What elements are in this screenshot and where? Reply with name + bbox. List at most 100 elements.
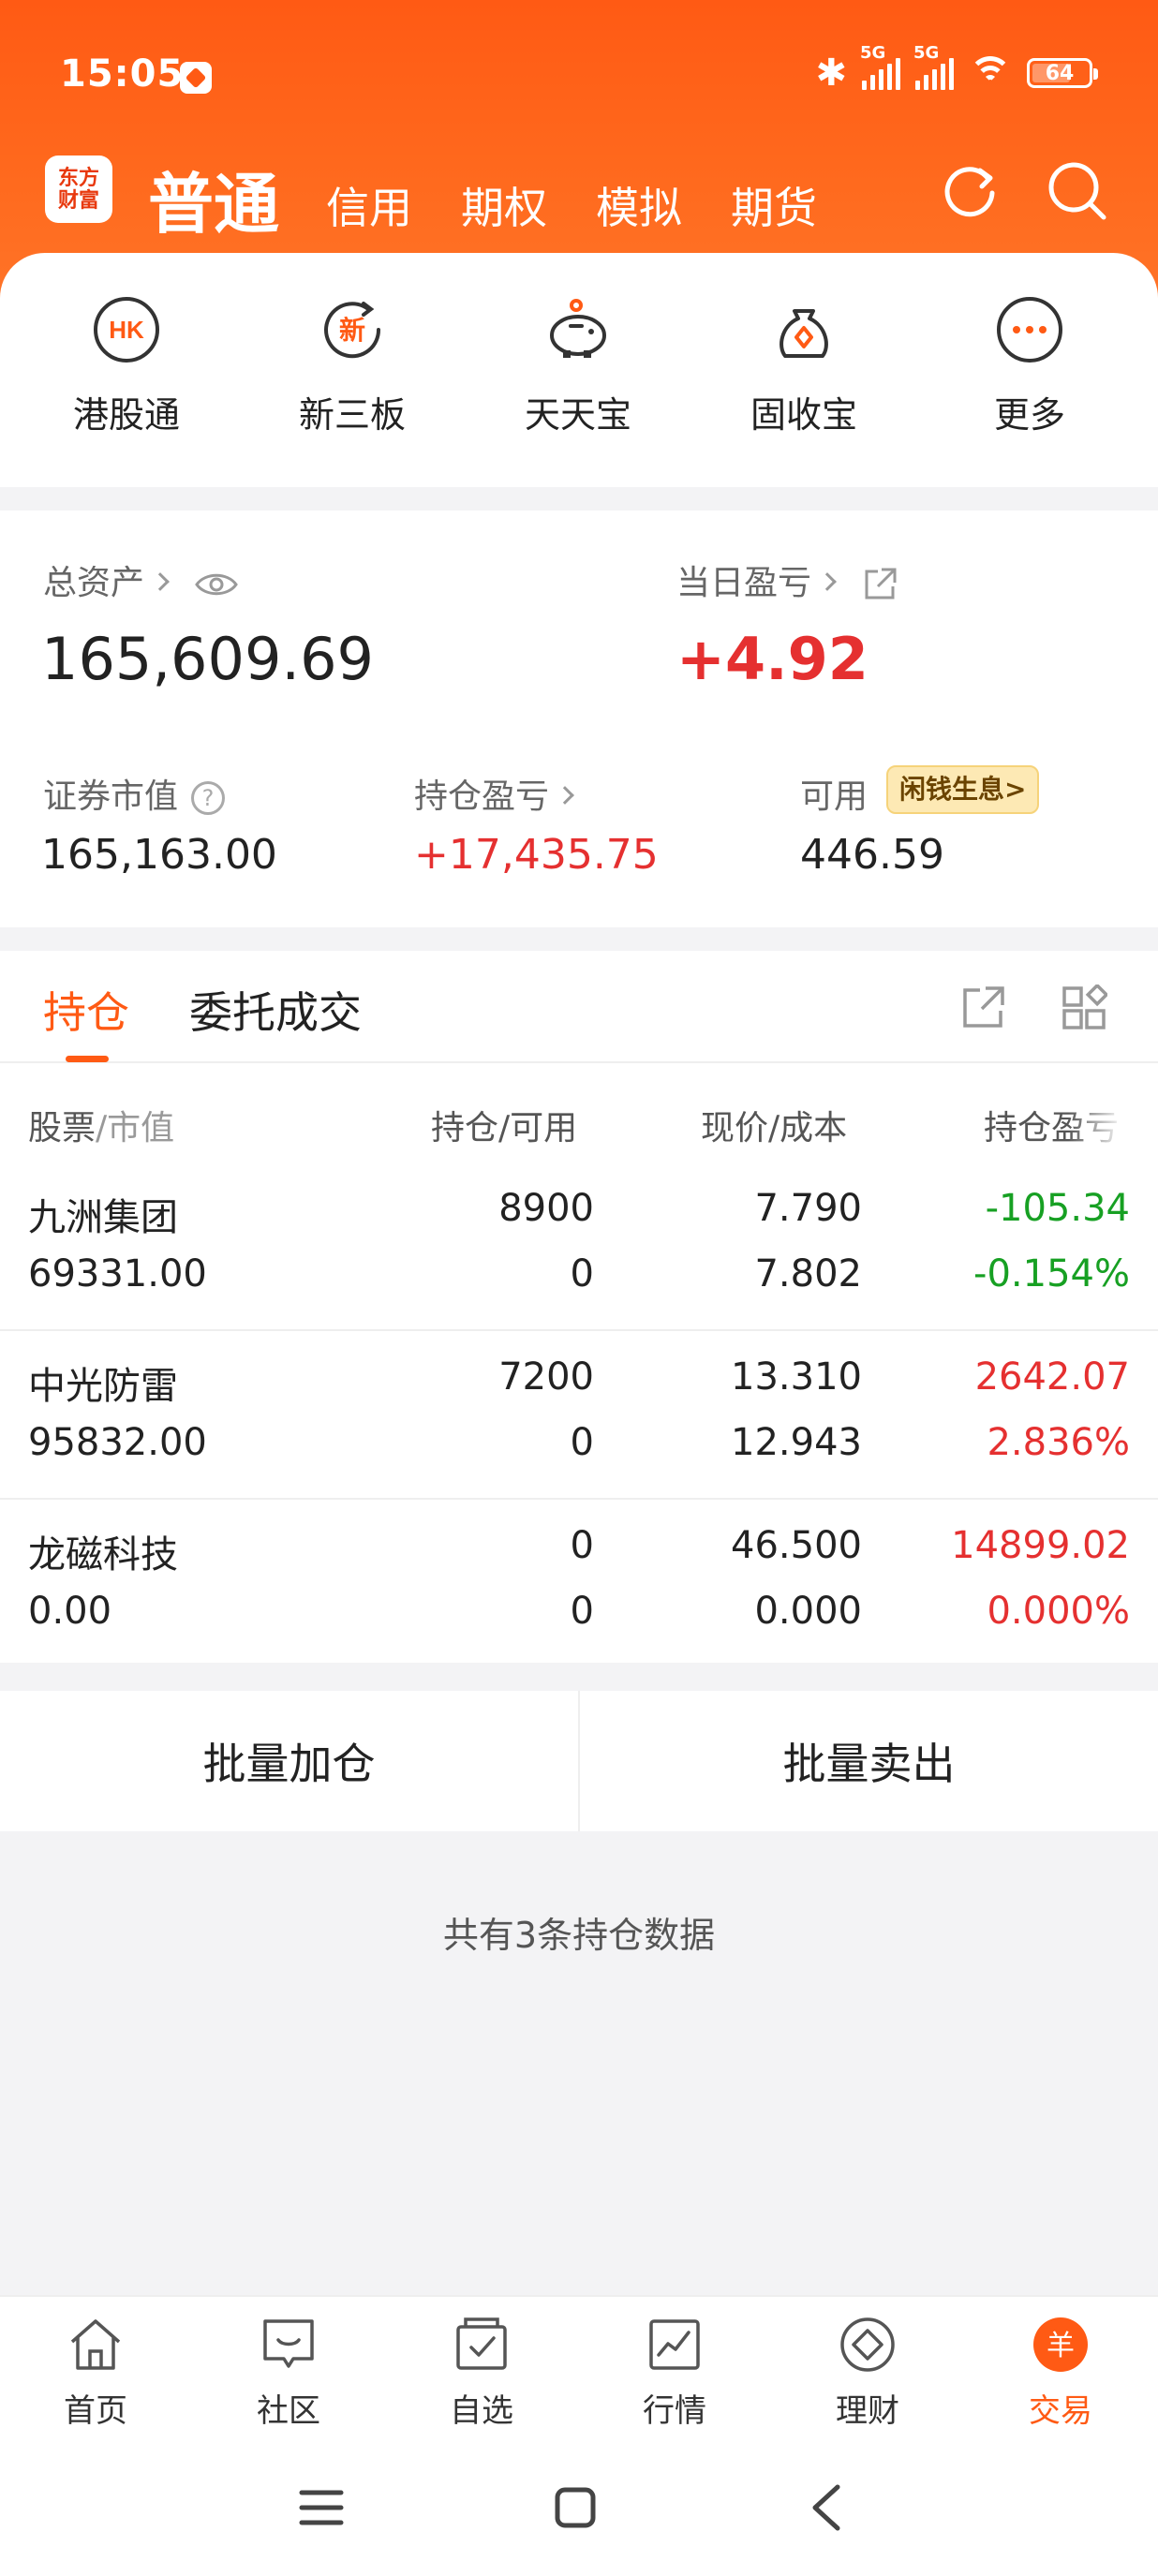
status-bar: 15:05 ✱ 5G 5G 64 (0, 0, 1158, 150)
svg-text:羊: 羊 (1047, 2330, 1075, 2362)
holdings-count-text: 共有3条持仓数据 (442, 1915, 716, 1956)
col-pl: 持仓盈亏 (984, 1109, 1120, 1147)
tab-positions[interactable]: 持仓 (43, 979, 129, 1041)
signal-icon-1: 5G (860, 43, 900, 90)
tab-simulation[interactable]: 模拟 (596, 174, 682, 236)
stock-market-value: 95832.00 (28, 1421, 207, 1464)
promo-badge[interactable]: 闲钱生息> (886, 765, 1040, 814)
holding-pl-label[interactable]: 持仓盈亏 (414, 769, 574, 818)
cost-price: 7.802 (754, 1252, 862, 1295)
battery-icon: 64 (1027, 58, 1098, 88)
battery-level: 64 (1045, 61, 1075, 85)
nav-trade[interactable]: 羊 交易 (990, 2316, 1131, 2431)
position-pl: 14899.02 (951, 1524, 1130, 1567)
new-board-icon: 新 (324, 302, 381, 359)
cost-price: 0.000 (754, 1590, 862, 1633)
table-row[interactable]: 九洲集团 69331.00 8900 0 7.790 7.802 -105.34… (0, 1162, 1158, 1331)
table-row[interactable]: 龙磁科技 0.00 0 0 46.500 0.000 14899.02 0.00… (0, 1500, 1158, 1668)
layout-grid-icon[interactable] (1061, 985, 1107, 1031)
shortcut-more[interactable]: 更多 (945, 294, 1114, 437)
tab-credit[interactable]: 信用 (326, 174, 412, 236)
shortcut-gushoubao[interactable]: 固收宝 (720, 294, 888, 437)
holding-pl-value: +17,435.75 (414, 831, 659, 879)
stock-market-value: 0.00 (28, 1590, 112, 1633)
home-icon (70, 2319, 121, 2370)
refresh-icon[interactable] (939, 159, 1001, 221)
status-time: 15:05 (60, 52, 185, 96)
holdings-panel: 持仓 委托成交 股票/市值 持仓/可用 现价/成本 持仓盈亏 九洲集团 6933… (0, 951, 1158, 1663)
shortcut-new-third-board[interactable]: 新 新三板 (268, 294, 437, 437)
available-qty: 0 (570, 1421, 594, 1464)
signal-icon-2: 5G (913, 43, 954, 90)
nav-wealth[interactable]: 理财 (797, 2316, 938, 2431)
total-assets-value: 165,609.69 (41, 625, 374, 693)
position-qty: 7200 (498, 1355, 594, 1399)
tab-options[interactable]: 期权 (461, 174, 547, 236)
table-row[interactable]: 中光防雷 95832.00 7200 0 13.310 12.943 2642.… (0, 1331, 1158, 1500)
position-pl-pct: 0.000% (987, 1590, 1130, 1633)
total-assets-label[interactable]: 总资产 (43, 555, 239, 604)
app-logo: 东方 财富 (45, 155, 112, 223)
shortcut-panel: HK 港股通 新 新三板 天天宝 固收宝 更多 (0, 253, 1158, 487)
col-price: 现价/成本 (701, 1109, 848, 1147)
svg-text:新: 新 (339, 315, 365, 346)
position-pl-pct: -0.154% (973, 1252, 1130, 1295)
stock-market-value: 69331.00 (28, 1252, 207, 1295)
current-price: 7.790 (754, 1187, 862, 1230)
available-value: 446.59 (800, 831, 944, 879)
daily-pl-value: +4.92 (676, 625, 868, 693)
position-pl-pct: 2.836% (987, 1421, 1130, 1464)
shortcut-hk-connect[interactable]: HK 港股通 (42, 294, 211, 437)
asset-summary: 总资产 165,609.69 当日盈亏 +4.92 证券市值? 165,163.… (0, 511, 1158, 927)
daily-pl-label[interactable]: 当日盈亏 (676, 555, 898, 604)
tab-orders-trades[interactable]: 委托成交 (189, 979, 362, 1041)
current-price: 46.500 (731, 1524, 862, 1567)
piggy-bank-icon (550, 299, 606, 358)
position-qty: 0 (570, 1524, 594, 1567)
nav-watchlist[interactable]: 自选 (411, 2316, 552, 2431)
available-label: 可用 (800, 777, 868, 816)
hk-icon: HK (94, 297, 159, 363)
wealth-icon (840, 2317, 895, 2372)
batch-actions: 批量加仓 批量卖出 (0, 1691, 1158, 1831)
export-icon[interactable] (959, 985, 1006, 1031)
cost-price: 12.943 (731, 1421, 862, 1464)
tab-normal[interactable]: 普通 (148, 152, 279, 246)
eye-icon[interactable] (194, 570, 239, 600)
stock-name: 九洲集团 (28, 1196, 178, 1239)
stock-name: 龙磁科技 (28, 1533, 178, 1577)
system-nav-bar (0, 2440, 1158, 2576)
help-icon[interactable]: ? (191, 781, 226, 815)
wifi-icon (969, 56, 1012, 90)
community-icon (263, 2319, 314, 2368)
tab-futures[interactable]: 期货 (731, 174, 817, 236)
available-qty: 0 (570, 1590, 594, 1633)
batch-add-button[interactable]: 批量加仓 (0, 1691, 578, 1831)
nav-home[interactable]: 首页 (25, 2316, 166, 2431)
position-pl: 2642.07 (974, 1355, 1130, 1399)
home-button-icon[interactable] (553, 2485, 598, 2530)
batch-sell-button[interactable]: 批量卖出 (580, 1691, 1158, 1831)
holdings-table-header: 股票/市值 持仓/可用 现价/成本 持仓盈亏 (0, 1063, 1158, 1162)
shortcut-tiantianbao[interactable]: 天天宝 (494, 294, 662, 437)
nav-market[interactable]: 行情 (604, 2316, 745, 2431)
position-qty: 8900 (498, 1187, 594, 1230)
market-value-label: 证券市值? (43, 769, 226, 818)
market-value: 165,163.00 (41, 831, 277, 879)
market-icon (649, 2319, 700, 2370)
notification-app-icon (180, 62, 212, 94)
bottom-nav: 首页 社区 自选 行情 理财 羊 交易 (0, 2295, 1158, 2440)
col-stock: 股票/市值 (28, 1109, 175, 1147)
active-tab-indicator (66, 1056, 109, 1062)
menu-icon[interactable] (298, 2487, 345, 2528)
col-position: 持仓/可用 (431, 1109, 578, 1147)
watchlist-icon (456, 2317, 507, 2370)
search-icon[interactable] (1046, 159, 1109, 223)
share-icon[interactable] (861, 566, 898, 603)
back-icon[interactable] (808, 2483, 845, 2532)
current-price: 13.310 (731, 1355, 862, 1399)
available-qty: 0 (570, 1252, 594, 1295)
bluetooth-icon: ✱ (815, 52, 847, 95)
nav-community[interactable]: 社区 (218, 2316, 359, 2431)
holdings-tabs: 持仓 委托成交 (0, 951, 1158, 1063)
